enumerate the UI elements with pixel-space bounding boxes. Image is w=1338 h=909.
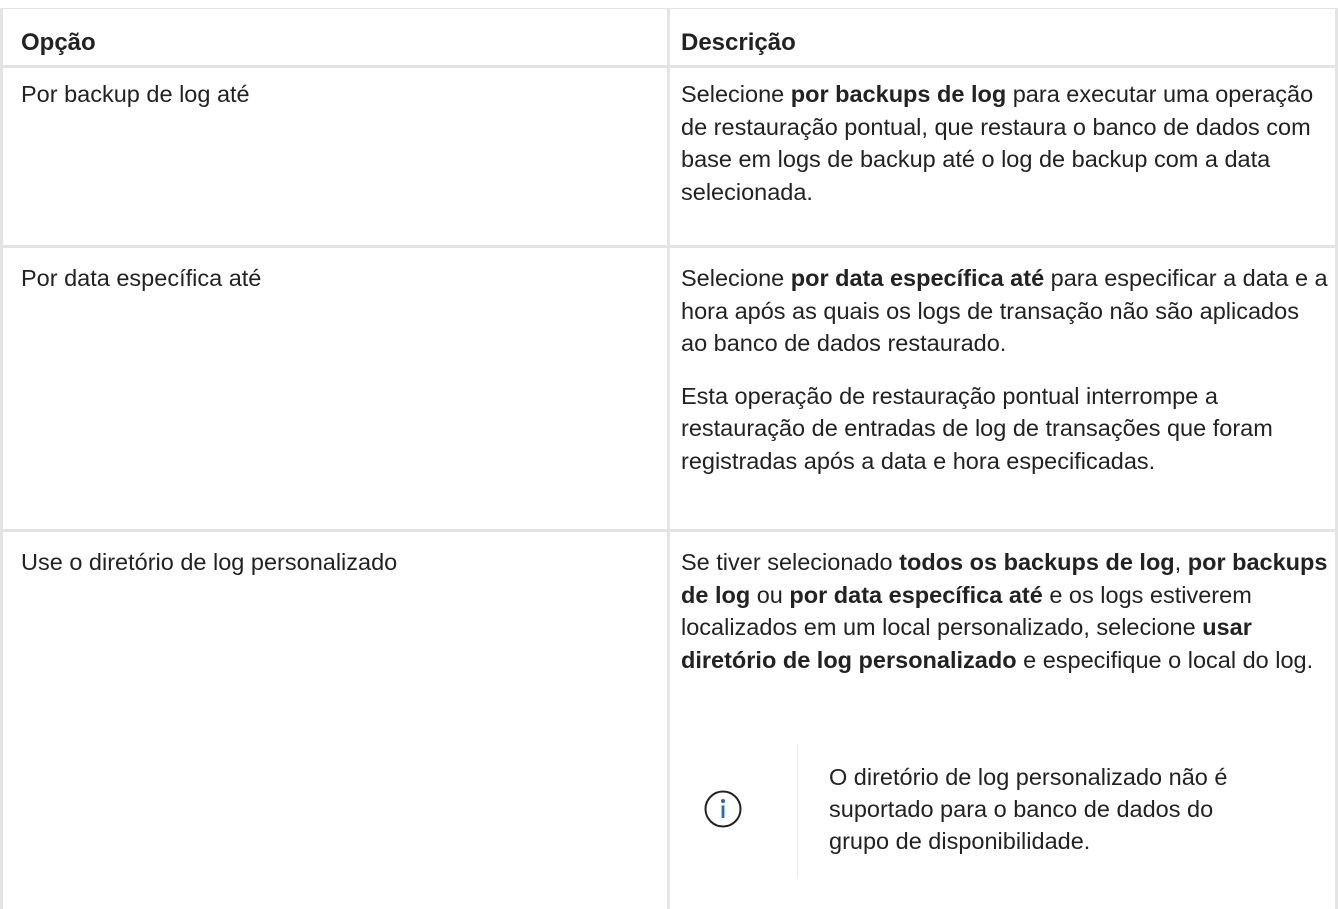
- table-header-row: Opção Descrição: [0, 8, 1338, 68]
- bold-term: todos os backups de log: [899, 549, 1175, 575]
- text-run: Se tiver selecionado: [681, 549, 900, 575]
- description-cell: Selecione por data específica até para e…: [681, 262, 1331, 497]
- text-run: Selecione: [681, 81, 791, 107]
- description-paragraph: Selecione por backups de log para execut…: [681, 78, 1331, 208]
- table-row: Por backup de log até Selecione por back…: [0, 64, 1338, 248]
- header-option: Opção: [21, 29, 96, 56]
- option-cell: Por data específica até: [21, 265, 262, 291]
- text-run: e especifique o local do log.: [1016, 646, 1314, 673]
- description-paragraph: Selecione por data específica até para e…: [681, 262, 1331, 360]
- text-run: ,: [1174, 549, 1188, 575]
- bold-term: por data específica até: [790, 265, 1045, 291]
- option-cell: Use o diretório de log personalizado: [21, 549, 398, 575]
- bold-term: por backups de log: [790, 81, 1007, 107]
- text-run: ou: [750, 581, 790, 608]
- text-run: Esta operação de restauração pontual int…: [681, 382, 1273, 474]
- header-description: Descrição: [681, 29, 796, 56]
- table-row: Use o diretório de log personalizado Se …: [0, 532, 1338, 909]
- option-cell: Por backup de log até: [21, 81, 250, 107]
- bold-term: por data específica até: [789, 581, 1043, 608]
- description-paragraph: Esta operação de restauração pontual int…: [681, 380, 1331, 478]
- description-cell: Selecione por backups de log para execut…: [681, 78, 1331, 228]
- table-row: Por data específica até Selecione por da…: [0, 248, 1338, 532]
- description-cell: Se tiver selecionado todos os backups de…: [681, 546, 1331, 696]
- text-run: Selecione: [681, 265, 791, 291]
- note-text: O diretório de log personalizado não é s…: [829, 764, 1228, 854]
- description-paragraph: Se tiver selecionado todos os backups de…: [681, 546, 1331, 676]
- note-box: O diretório de log personalizado não é s…: [681, 741, 1281, 881]
- info-icon: [703, 789, 743, 829]
- note-divider: [797, 745, 798, 878]
